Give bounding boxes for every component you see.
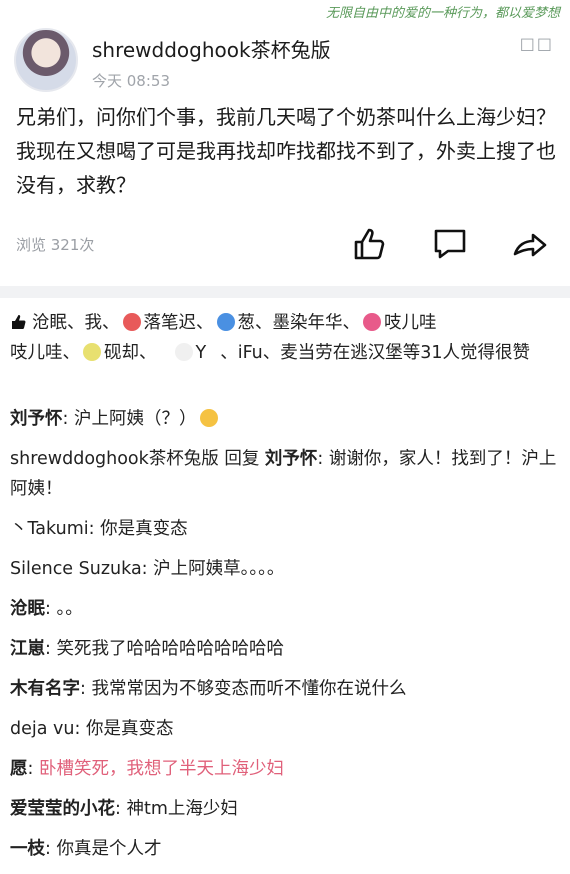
- avatar: [122, 313, 141, 331]
- comment-text: : 我常常因为不够变态而听不懂你在说什么: [80, 679, 407, 699]
- avatar[interactable]: [14, 28, 78, 92]
- thumbs-up-icon[interactable]: [352, 226, 388, 262]
- comment-item: 愿: 卧槽笑死，我想了半天上海少妇: [10, 754, 558, 784]
- commenter-name[interactable]: Silence Suzuka: [10, 559, 142, 579]
- comment-item: 丶Takumi: 你是真变态: [10, 514, 558, 544]
- commenter-name[interactable]: 木有名字: [10, 679, 80, 699]
- commenter-name[interactable]: 刘予怀: [10, 409, 63, 429]
- commenter-name[interactable]: shrewddoghook茶杯兔版: [10, 449, 219, 469]
- thumbs-up-icon: [12, 315, 26, 329]
- comment-item: 江崽: 笑死我了哈哈哈哈哈哈哈哈哈: [10, 634, 558, 664]
- like-name[interactable]: 砚却、: [104, 343, 157, 363]
- likes-list: 沧眠、我、 落笔迟、 葱、墨染年华、 吱儿哇吱儿哇、 砚却、 Y 、iFu、麦当劳在逃汉堡等…: [10, 308, 558, 368]
- avatar: [216, 313, 235, 331]
- view-count: 浏览 321次: [16, 236, 95, 254]
- comment-text: : 神tm上海少妇: [115, 799, 238, 819]
- like-name[interactable]: 葱、: [238, 313, 273, 333]
- comment-item: 一枝: 你真是个人才: [10, 834, 558, 864]
- comment-item: 刘予怀: 沪上阿姨（？）: [10, 404, 558, 434]
- reply-label: 回复: [218, 449, 265, 469]
- commenter-name[interactable]: 愿: [10, 759, 28, 779]
- comment-item: deja vu: 你是真变态: [10, 714, 558, 744]
- post-time: 今天 08:53: [92, 72, 170, 90]
- like-name[interactable]: 我、: [85, 313, 120, 333]
- avatar: [83, 343, 101, 361]
- like-name[interactable]: 沧眠、: [32, 313, 85, 333]
- like-name[interactable]: Y: [196, 343, 207, 363]
- comment-text: : 笑死我了哈哈哈哈哈哈哈哈哈: [45, 639, 284, 659]
- comment-text: : 你是真变态: [88, 519, 188, 539]
- comment-text: : 你是真变态: [74, 719, 174, 739]
- commenter-name[interactable]: 沧眠: [10, 599, 45, 619]
- decorative-banner-text: 无限自由中的爱的一种行为，都以爱梦想: [325, 6, 560, 21]
- commenter-name[interactable]: 江崽: [10, 639, 45, 659]
- like-summary: 麦当劳在逃汉堡等31人觉得很赞: [280, 343, 531, 363]
- comment-text: : 。。: [45, 599, 83, 619]
- avatar: [363, 313, 381, 331]
- commenter-name[interactable]: deja vu: [10, 719, 74, 739]
- action-bar: [352, 226, 548, 262]
- like-name[interactable]: 落笔迟、: [144, 313, 214, 333]
- like-name[interactable]: 吱儿哇、: [10, 343, 80, 363]
- laughing-emoji-icon: [200, 409, 219, 427]
- like-name[interactable]: 吱儿哇: [384, 313, 437, 333]
- comment-item: shrewddoghook茶杯兔版 回复 刘予怀: 谢谢你，家人！找到了！沪上阿…: [10, 444, 558, 504]
- comment-item: 沧眠: 。。: [10, 594, 558, 624]
- comment-text: :: [27, 759, 39, 779]
- share-icon[interactable]: [512, 226, 548, 262]
- post-body: 兄弟们，问你们个事，我前几天喝了个奶茶叫什么上海少妇？我现在又想喝了可是我再找却…: [16, 105, 556, 197]
- reply-target-name[interactable]: 刘予怀: [265, 449, 318, 469]
- comment-text: : 沪上阿姨（？）: [62, 409, 197, 429]
- comment-item: 木有名字: 我常常因为不够变态而听不懂你在说什么: [10, 674, 558, 704]
- comment-text: : 沪上阿姨草。。。。: [141, 559, 285, 579]
- comment-text: : 你真是个人才: [45, 839, 162, 859]
- comment-item: 爱莹莹的小花: 神tm上海少妇: [10, 794, 558, 824]
- comment-text-highlight: 卧槽笑死，我想了半天上海少妇: [38, 759, 284, 779]
- section-divider: [0, 286, 570, 298]
- post-header: shrewddoghook茶杯兔版 今天 08:53: [14, 22, 556, 100]
- like-name[interactable]: 、iFu、: [220, 343, 280, 363]
- like-name[interactable]: 墨染年华、: [273, 313, 361, 333]
- avatar: [174, 343, 193, 361]
- comment-icon[interactable]: [432, 226, 468, 262]
- post-username[interactable]: shrewddoghook茶杯兔版: [92, 34, 331, 63]
- comment-item: Silence Suzuka: 沪上阿姨草。。。。: [10, 554, 558, 584]
- commenter-name[interactable]: 丶Takumi: [10, 519, 89, 539]
- commenter-name[interactable]: 一枝: [10, 839, 45, 859]
- commenter-name[interactable]: 爱莹莹的小花: [10, 799, 115, 819]
- comments-list: 刘予怀: 沪上阿姨（？） shrewddoghook茶杯兔版 回复 刘予怀: 谢…: [10, 404, 558, 874]
